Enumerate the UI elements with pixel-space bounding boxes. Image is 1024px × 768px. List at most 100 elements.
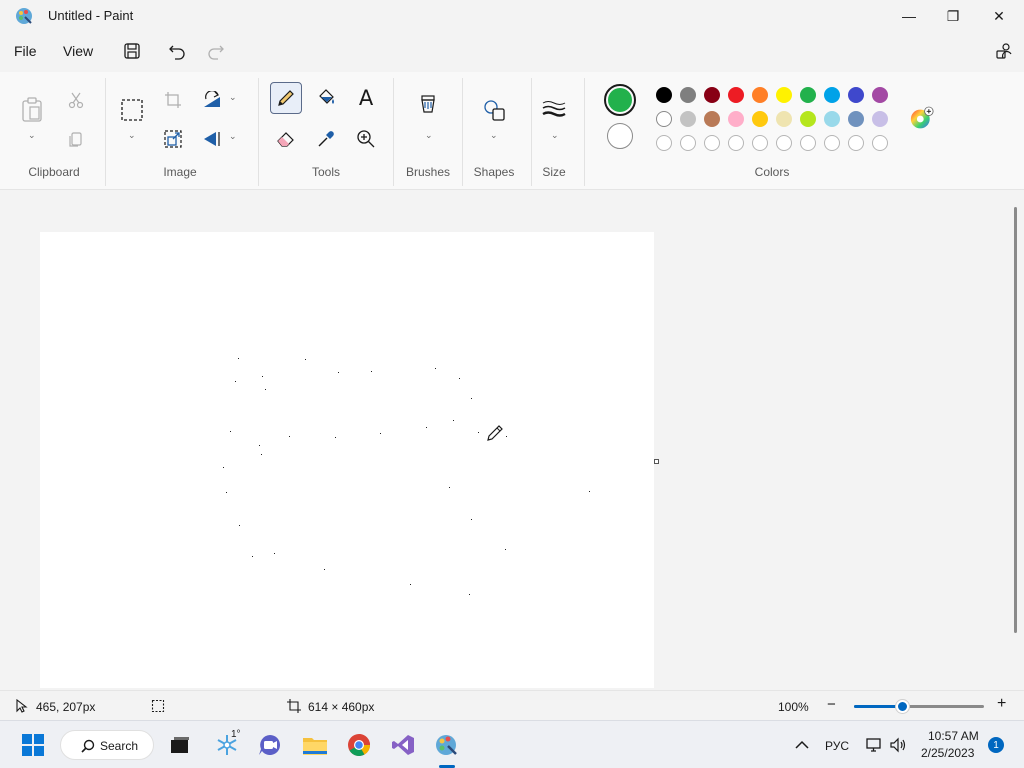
paste-icon[interactable] bbox=[20, 97, 44, 122]
palette-swatch[interactable] bbox=[704, 111, 720, 127]
save-icon[interactable] bbox=[122, 41, 142, 61]
canvas-dot bbox=[335, 437, 336, 438]
maximize-button[interactable]: ❐ bbox=[930, 0, 976, 32]
teams-chat-icon[interactable] bbox=[256, 731, 284, 759]
color2-swatch[interactable] bbox=[607, 123, 633, 149]
palette-swatch[interactable] bbox=[656, 87, 672, 103]
shapes-chevron-down-icon[interactable]: ⌄ bbox=[490, 130, 498, 141]
color-picker-icon[interactable] bbox=[314, 127, 338, 151]
file-explorer-icon[interactable] bbox=[301, 731, 329, 759]
custom-color-slot[interactable] bbox=[824, 135, 840, 151]
canvas-size-icon bbox=[287, 699, 301, 713]
palette-swatch[interactable] bbox=[680, 111, 696, 127]
canvas-dot bbox=[238, 358, 239, 359]
account-icon[interactable] bbox=[994, 41, 1014, 61]
shapes-icon[interactable] bbox=[482, 98, 506, 122]
size-chevron-down-icon[interactable]: ⌄ bbox=[551, 130, 559, 141]
pencil-icon[interactable] bbox=[274, 86, 298, 110]
clock-time[interactable]: 10:57 AM bbox=[928, 729, 979, 743]
custom-color-slot[interactable] bbox=[800, 135, 816, 151]
image-group-label: Image bbox=[163, 165, 197, 179]
paint-taskbar-icon[interactable] bbox=[433, 731, 461, 759]
palette-swatch[interactable] bbox=[824, 111, 840, 127]
flip-icon[interactable] bbox=[200, 127, 224, 151]
notification-badge[interactable]: 1 bbox=[988, 737, 1004, 753]
canvas-dot bbox=[223, 467, 224, 468]
size-icon[interactable] bbox=[542, 98, 566, 122]
palette-swatch[interactable] bbox=[728, 87, 744, 103]
custom-color-slot[interactable] bbox=[752, 135, 768, 151]
custom-color-slot[interactable] bbox=[848, 135, 864, 151]
rotate-icon[interactable] bbox=[200, 88, 224, 112]
undo-icon[interactable] bbox=[167, 41, 187, 61]
palette-swatch[interactable] bbox=[752, 87, 768, 103]
palette-swatch[interactable] bbox=[848, 111, 864, 127]
brushes-chevron-down-icon[interactable]: ⌄ bbox=[425, 130, 433, 141]
visual-studio-icon[interactable] bbox=[389, 731, 417, 759]
palette-swatch[interactable] bbox=[680, 87, 696, 103]
clipboard-group-label: Clipboard bbox=[28, 165, 80, 179]
select-chevron-down-icon[interactable]: ⌄ bbox=[128, 130, 136, 141]
custom-color-slot[interactable] bbox=[656, 135, 672, 151]
vertical-scrollbar[interactable] bbox=[1014, 207, 1017, 633]
eraser-icon[interactable] bbox=[274, 127, 298, 151]
palette-swatch[interactable] bbox=[656, 111, 672, 127]
menu-file[interactable]: File bbox=[14, 43, 37, 59]
close-button[interactable]: ✕ bbox=[976, 0, 1022, 32]
crop-icon[interactable] bbox=[161, 88, 185, 112]
palette-swatch[interactable] bbox=[800, 87, 816, 103]
custom-color-slot[interactable] bbox=[776, 135, 792, 151]
zoom-in-button[interactable]: + bbox=[997, 695, 1006, 713]
paste-chevron-down-icon[interactable]: ⌄ bbox=[28, 130, 36, 141]
custom-color-slot[interactable] bbox=[704, 135, 720, 151]
palette-swatch[interactable] bbox=[872, 87, 888, 103]
clock-date[interactable]: 2/25/2023 bbox=[921, 746, 974, 760]
start-icon[interactable] bbox=[19, 731, 47, 759]
taskbar-search[interactable]: Search bbox=[60, 730, 154, 760]
volume-icon[interactable] bbox=[884, 731, 912, 759]
custom-color-slot[interactable] bbox=[728, 135, 744, 151]
palette-swatch[interactable] bbox=[752, 111, 768, 127]
brush-icon[interactable] bbox=[416, 95, 440, 120]
resize-icon[interactable] bbox=[161, 127, 185, 151]
zoom-level[interactable]: 100% bbox=[778, 700, 809, 714]
chrome-icon[interactable] bbox=[345, 731, 373, 759]
redo-icon[interactable] bbox=[206, 41, 226, 61]
palette-swatch[interactable] bbox=[704, 87, 720, 103]
color1-swatch[interactable] bbox=[604, 84, 636, 116]
zoom-out-button[interactable]: − bbox=[827, 696, 836, 713]
zoom-slider[interactable] bbox=[854, 700, 984, 713]
palette-swatch[interactable] bbox=[872, 111, 888, 127]
select-icon[interactable] bbox=[120, 98, 144, 122]
canvas-resize-handle[interactable] bbox=[654, 459, 659, 464]
fill-bucket-icon[interactable] bbox=[314, 86, 338, 110]
custom-color-slot[interactable] bbox=[872, 135, 888, 151]
ribbon-divider bbox=[584, 78, 585, 186]
palette-swatch[interactable] bbox=[848, 87, 864, 103]
ribbon-divider bbox=[462, 78, 463, 186]
task-view-icon[interactable] bbox=[166, 731, 194, 759]
language-indicator[interactable]: РУС bbox=[825, 739, 849, 753]
edit-colors-icon[interactable] bbox=[910, 106, 934, 131]
custom-color-slot[interactable] bbox=[680, 135, 696, 151]
ribbon-divider bbox=[105, 78, 106, 186]
chevron-up-icon[interactable] bbox=[788, 731, 816, 759]
search-icon bbox=[81, 739, 95, 753]
text-tool-icon[interactable]: A bbox=[354, 86, 378, 110]
menu-view[interactable]: View bbox=[63, 43, 93, 59]
palette-swatch[interactable] bbox=[776, 111, 792, 127]
canvas-dot bbox=[435, 368, 436, 369]
palette-swatch[interactable] bbox=[800, 111, 816, 127]
zoom-slider-thumb[interactable] bbox=[896, 700, 910, 713]
cut-icon[interactable] bbox=[64, 88, 88, 112]
drawing-canvas[interactable] bbox=[40, 232, 654, 688]
minimize-button[interactable]: — bbox=[886, 0, 932, 32]
rotate-chevron-down-icon[interactable]: ⌄ bbox=[229, 92, 237, 103]
palette-swatch[interactable] bbox=[824, 87, 840, 103]
palette-swatch[interactable] bbox=[728, 111, 744, 127]
ribbon: ⌄ Clipboard ⌄ ⌄ ⌄ Image A Tools ⌄ Brushe… bbox=[0, 72, 1024, 190]
palette-swatch[interactable] bbox=[776, 87, 792, 103]
magnifier-icon[interactable] bbox=[354, 127, 378, 151]
flip-chevron-down-icon[interactable]: ⌄ bbox=[229, 131, 237, 142]
copy-icon[interactable] bbox=[64, 127, 88, 151]
